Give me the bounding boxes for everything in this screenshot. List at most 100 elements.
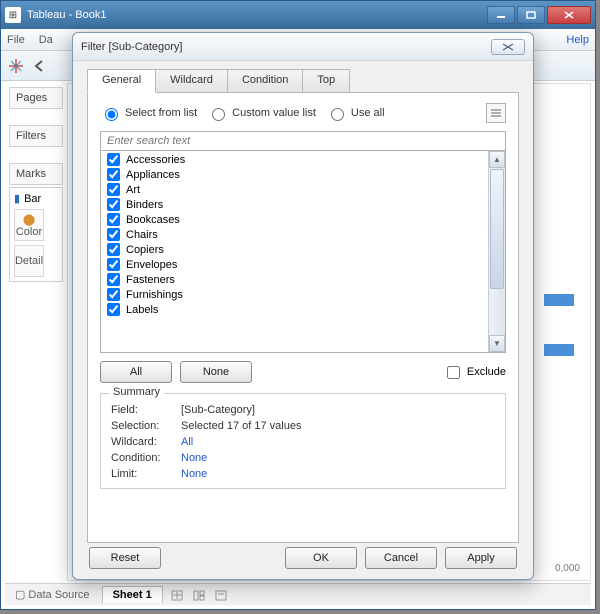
filter-dialog: Filter [Sub-Category] General Wildcard C… <box>72 32 534 580</box>
side-panel: Pages Filters Marks ▮ Bar ⬤Color Detail <box>5 83 67 581</box>
list-item-checkbox[interactable] <box>107 198 120 211</box>
summary-limit-value: None <box>181 468 207 480</box>
list-item-checkbox[interactable] <box>107 153 120 166</box>
tableau-logo-icon[interactable] <box>7 57 25 75</box>
search-input[interactable] <box>101 132 505 150</box>
list-item-label: Fasteners <box>126 274 175 286</box>
radio-use-all[interactable]: Use all <box>326 105 385 121</box>
cancel-button[interactable]: Cancel <box>365 547 437 569</box>
summary-selection-key: Selection: <box>111 420 181 432</box>
dialog-titlebar[interactable]: Filter [Sub-Category] <box>73 33 533 61</box>
list-item-label: Copiers <box>126 244 164 256</box>
all-button[interactable]: All <box>100 361 172 383</box>
list-item-label: Bookcases <box>126 214 180 226</box>
list-item[interactable]: Copiers <box>101 242 488 257</box>
sheet1-tab[interactable]: Sheet 1 <box>102 586 163 603</box>
list-item[interactable]: Accessories <box>101 152 488 167</box>
list-item[interactable]: Furnishings <box>101 287 488 302</box>
dialog-footer: Reset OK Cancel Apply <box>87 543 519 569</box>
scrollbar[interactable]: ▲ ▼ <box>488 151 505 352</box>
summary-legend: Summary <box>109 386 164 398</box>
new-dashboard-icon[interactable] <box>191 587 207 603</box>
list-item-label: Appliances <box>126 169 180 181</box>
exclude-checkbox[interactable]: Exclude <box>443 363 506 382</box>
list-item-checkbox[interactable] <box>107 303 120 316</box>
list-item[interactable]: Art <box>101 182 488 197</box>
marks-shelf-title: Marks <box>9 163 63 185</box>
list-item-checkbox[interactable] <box>107 228 120 241</box>
chart-bar <box>544 344 574 356</box>
list-item[interactable]: Binders <box>101 197 488 212</box>
new-story-icon[interactable] <box>213 587 229 603</box>
list-item-checkbox[interactable] <box>107 273 120 286</box>
tableau-app-icon: ⊞ <box>5 7 21 23</box>
list-item[interactable]: Chairs <box>101 227 488 242</box>
list-item[interactable]: Envelopes <box>101 257 488 272</box>
list-item-checkbox[interactable] <box>107 288 120 301</box>
scroll-up-icon[interactable]: ▲ <box>489 151 505 168</box>
summary-wildcard-key: Wildcard: <box>111 436 181 448</box>
tab-strip: General Wildcard Condition Top <box>87 69 519 93</box>
scroll-thumb[interactable] <box>490 169 504 289</box>
back-icon[interactable] <box>31 57 49 75</box>
pages-shelf[interactable]: Pages <box>9 87 63 109</box>
summary-box: Summary Field:[Sub-Category] Selection:S… <box>100 393 506 489</box>
summary-condition-value: None <box>181 452 207 464</box>
value-list[interactable]: Accessories Appliances Art Binders Bookcases… <box>101 151 488 352</box>
summary-selection-value: Selected 17 of 17 values <box>181 420 301 432</box>
menu-data[interactable]: Da <box>39 34 53 46</box>
list-item-label: Furnishings <box>126 289 183 301</box>
list-item-label: Art <box>126 184 140 196</box>
app-title: Tableau - Book1 <box>27 9 487 21</box>
list-item-label: Labels <box>126 304 158 316</box>
radio-custom-value-list[interactable]: Custom value list <box>207 105 316 121</box>
tab-wildcard[interactable]: Wildcard <box>155 69 228 93</box>
app-titlebar: ⊞ Tableau - Book1 <box>1 1 595 29</box>
scroll-down-icon[interactable]: ▼ <box>489 335 505 352</box>
list-item[interactable]: Fasteners <box>101 272 488 287</box>
summary-wildcard-value: All <box>181 436 193 448</box>
list-item-label: Binders <box>126 199 163 211</box>
marks-color[interactable]: ⬤Color <box>14 209 44 241</box>
dialog-close-button[interactable] <box>491 39 525 55</box>
list-item-label: Accessories <box>126 154 185 166</box>
dialog-title: Filter [Sub-Category] <box>81 41 491 53</box>
list-item-checkbox[interactable] <box>107 168 120 181</box>
tab-panel-general: Select from list Custom value list Use a… <box>87 92 519 543</box>
summary-condition-key: Condition: <box>111 452 181 464</box>
list-item-label: Envelopes <box>126 259 177 271</box>
reset-button[interactable]: Reset <box>89 547 161 569</box>
tab-top[interactable]: Top <box>302 69 350 93</box>
data-source-tab[interactable]: ▢ Data Source <box>9 586 96 603</box>
new-worksheet-icon[interactable] <box>169 587 185 603</box>
ok-button[interactable]: OK <box>285 547 357 569</box>
list-item-checkbox[interactable] <box>107 243 120 256</box>
list-item[interactable]: Labels <box>101 302 488 317</box>
bar-icon: ▮ <box>14 192 20 205</box>
marks-card[interactable]: ▮ Bar ⬤Color Detail <box>9 187 63 282</box>
none-button[interactable]: None <box>180 361 252 383</box>
axis-tick-label: 0,000 <box>555 563 580 574</box>
tab-general[interactable]: General <box>87 69 156 93</box>
mark-type[interactable]: Bar <box>24 193 41 205</box>
marks-detail[interactable]: Detail <box>14 245 44 277</box>
list-item-checkbox[interactable] <box>107 183 120 196</box>
close-button[interactable] <box>547 6 591 24</box>
list-item[interactable]: Bookcases <box>101 212 488 227</box>
filters-shelf[interactable]: Filters <box>9 125 63 147</box>
list-item-checkbox[interactable] <box>107 213 120 226</box>
list-item-label: Chairs <box>126 229 158 241</box>
list-item[interactable]: Appliances <box>101 167 488 182</box>
sheet-tab-bar: ▢ Data Source Sheet 1 <box>5 583 591 605</box>
menu-file[interactable]: File <box>7 34 25 46</box>
tab-condition[interactable]: Condition <box>227 69 303 93</box>
radio-select-from-list[interactable]: Select from list <box>100 105 197 121</box>
apply-button[interactable]: Apply <box>445 547 517 569</box>
minimize-button[interactable] <box>487 6 515 24</box>
list-item-checkbox[interactable] <box>107 258 120 271</box>
maximize-button[interactable] <box>517 6 545 24</box>
summary-field-key: Field: <box>111 404 181 416</box>
menu-help[interactable]: Help <box>566 34 589 46</box>
summary-field-value: [Sub-Category] <box>181 404 255 416</box>
list-menu-icon[interactable] <box>486 103 506 123</box>
